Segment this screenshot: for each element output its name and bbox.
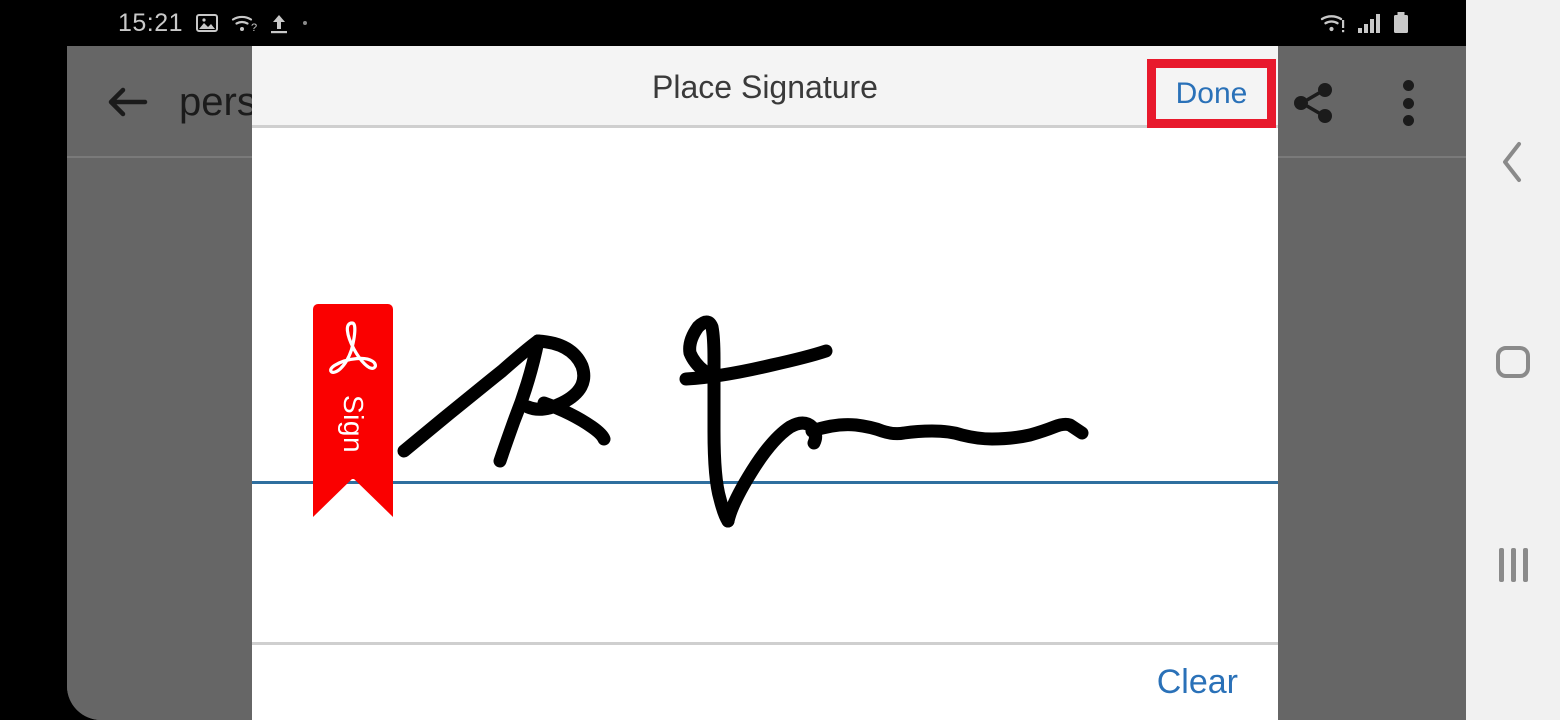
home-square-icon [1496, 346, 1530, 378]
clear-button[interactable]: Clear [1157, 663, 1238, 702]
wifi-question-icon: ? [231, 12, 257, 34]
signal-bars-icon [1357, 12, 1383, 34]
image-icon [195, 11, 219, 35]
battery-icon [1392, 11, 1410, 35]
place-signature-dialog: Place Signature Done Sign Clear [252, 46, 1278, 720]
done-button-highlight: Done [1147, 59, 1276, 128]
overflow-menu-icon[interactable] [1402, 80, 1414, 126]
status-clock: 15:21 [118, 8, 184, 37]
dialog-header: Place Signature Done [252, 46, 1278, 128]
nav-home-icon[interactable] [1466, 332, 1560, 392]
signature-ink [397, 315, 1089, 528]
android-nav-bar [1466, 0, 1560, 720]
dialog-footer: Clear [252, 642, 1278, 720]
status-bar-left: 15:21 ? [118, 0, 309, 46]
dialog-title: Place Signature [652, 68, 878, 105]
dot-icon [301, 19, 309, 27]
status-bar: 15:21 ? [0, 0, 1466, 46]
nav-back-icon[interactable] [1466, 132, 1560, 192]
page-title: pers [179, 80, 257, 124]
wifi-alert-icon [1320, 12, 1348, 34]
nav-recents-icon[interactable] [1466, 535, 1560, 595]
recents-bars-icon [1498, 548, 1528, 582]
screen: 15:21 ? pers Place Signature Done Sign C… [0, 0, 1560, 720]
status-bar-right [1320, 0, 1410, 46]
svg-text:?: ? [251, 22, 257, 34]
signature-canvas[interactable]: Sign [252, 131, 1278, 642]
done-button[interactable]: Done [1156, 68, 1267, 119]
back-arrow-icon[interactable] [101, 76, 153, 128]
share-icon[interactable] [1289, 79, 1337, 127]
upload-icon [269, 12, 289, 34]
